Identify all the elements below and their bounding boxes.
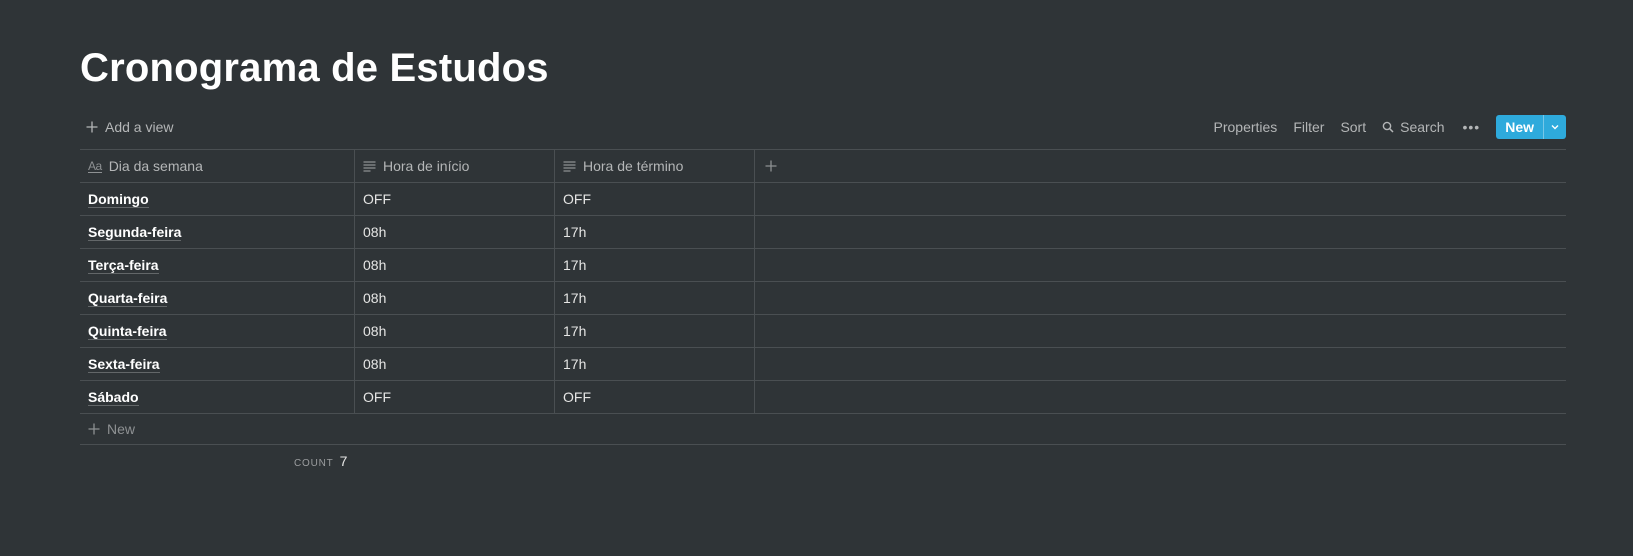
new-button[interactable]: New	[1496, 115, 1543, 139]
start-time-value: OFF	[363, 191, 391, 207]
search-label: Search	[1400, 119, 1445, 135]
start-time-cell[interactable]: OFF	[355, 381, 555, 413]
column-label: Dia da semana	[108, 158, 203, 174]
sort-button[interactable]: Sort	[1332, 114, 1374, 140]
empty-cell	[755, 183, 1566, 215]
text-lines-icon	[563, 161, 576, 172]
start-time-value: OFF	[363, 389, 391, 405]
add-new-row-button[interactable]: New	[80, 414, 1566, 445]
new-button-group: New	[1496, 115, 1566, 139]
empty-cell	[755, 282, 1566, 314]
empty-cell	[755, 348, 1566, 380]
day-cell[interactable]: Segunda-feira	[80, 216, 355, 248]
end-time-cell[interactable]: 17h	[555, 249, 755, 281]
count-value: 7	[339, 453, 348, 469]
page-title: Cronograma de Estudos	[80, 46, 549, 90]
add-view-label: Add a view	[105, 119, 174, 135]
more-options-button[interactable]: •••	[1452, 114, 1490, 140]
empty-cell	[755, 249, 1566, 281]
table-row: Sexta-feira 08h 17h	[80, 348, 1566, 381]
sort-label: Sort	[1340, 119, 1367, 135]
add-view-button[interactable]: Add a view	[80, 114, 179, 140]
start-time-value: 08h	[363, 356, 387, 372]
empty-cell	[755, 315, 1566, 347]
new-dropdown-button[interactable]	[1543, 115, 1566, 139]
start-time-cell[interactable]: 08h	[355, 282, 555, 314]
start-time-cell[interactable]: 08h	[355, 216, 555, 248]
end-time-value: OFF	[563, 191, 591, 207]
day-name[interactable]: Quinta-feira	[88, 323, 167, 340]
start-time-value: 08h	[363, 257, 387, 273]
end-time-value: OFF	[563, 389, 591, 405]
end-time-cell[interactable]: 17h	[555, 282, 755, 314]
table-row: Domingo OFF OFF	[80, 183, 1566, 216]
column-header-hora-de-inicio[interactable]: Hora de início	[355, 150, 555, 182]
table-header: Aa Dia da semana Hora de início Hora de …	[80, 150, 1566, 183]
more-icon: •••	[1462, 119, 1481, 135]
start-time-value: 08h	[363, 290, 387, 306]
end-time-value: 17h	[563, 257, 587, 273]
day-cell[interactable]: Terça-feira	[80, 249, 355, 281]
day-name[interactable]: Quarta-feira	[88, 290, 168, 307]
page: Cronograma de Estudos Add a view Propert…	[0, 0, 1633, 556]
new-row-label: New	[107, 421, 136, 437]
column-header-hora-de-termino[interactable]: Hora de término	[555, 150, 755, 182]
day-cell[interactable]: Quarta-feira	[80, 282, 355, 314]
properties-button[interactable]: Properties	[1206, 114, 1286, 140]
end-time-cell[interactable]: 17h	[555, 216, 755, 248]
day-name[interactable]: Terça-feira	[88, 257, 159, 274]
end-time-value: 17h	[563, 356, 587, 372]
database-table: Aa Dia da semana Hora de início Hora de …	[80, 149, 1566, 445]
add-property-plus-icon[interactable]	[765, 160, 777, 172]
end-time-value: 17h	[563, 224, 587, 240]
toolbar-actions: Properties Filter Sort Search ••• New	[1206, 114, 1566, 140]
end-time-cell[interactable]: OFF	[555, 381, 755, 413]
column-label: Hora de início	[383, 158, 470, 174]
end-time-cell[interactable]: 17h	[555, 348, 755, 380]
text-lines-icon	[363, 161, 376, 172]
end-time-cell[interactable]: 17h	[555, 315, 755, 347]
table-row: Terça-feira 08h 17h	[80, 249, 1566, 282]
day-cell[interactable]: Sábado	[80, 381, 355, 413]
end-time-cell[interactable]: OFF	[555, 183, 755, 215]
database-toolbar: Add a view Properties Filter Sort Search…	[80, 114, 1566, 140]
start-time-cell[interactable]: 08h	[355, 315, 555, 347]
start-time-cell[interactable]: 08h	[355, 348, 555, 380]
filter-label: Filter	[1293, 119, 1325, 135]
day-name[interactable]: Segunda-feira	[88, 224, 182, 241]
plus-icon	[88, 423, 100, 435]
end-time-value: 17h	[563, 323, 587, 339]
start-time-value: 08h	[363, 323, 387, 339]
empty-cell	[755, 381, 1566, 413]
column-label: Hora de término	[583, 158, 684, 174]
text-title-icon: Aa	[88, 158, 102, 173]
search-icon	[1382, 121, 1394, 133]
day-name[interactable]: Sábado	[88, 389, 139, 406]
chevron-down-icon	[1551, 125, 1559, 130]
properties-label: Properties	[1213, 119, 1278, 135]
search-button[interactable]: Search	[1374, 114, 1452, 140]
new-button-label: New	[1505, 119, 1534, 135]
table-row: Quinta-feira 08h 17h	[80, 315, 1566, 348]
start-time-value: 08h	[363, 224, 387, 240]
day-cell[interactable]: Domingo	[80, 183, 355, 215]
add-property-cell	[755, 150, 1566, 182]
column-header-dia-da-semana[interactable]: Aa Dia da semana	[80, 150, 355, 182]
count-label: COUNT	[294, 458, 334, 469]
day-cell[interactable]: Quinta-feira	[80, 315, 355, 347]
day-name[interactable]: Sexta-feira	[88, 356, 160, 373]
start-time-cell[interactable]: OFF	[355, 183, 555, 215]
empty-cell	[755, 216, 1566, 248]
day-cell[interactable]: Sexta-feira	[80, 348, 355, 380]
count-summary[interactable]: COUNT 7	[294, 453, 347, 469]
start-time-cell[interactable]: 08h	[355, 249, 555, 281]
filter-button[interactable]: Filter	[1285, 114, 1332, 140]
table-row: Quarta-feira 08h 17h	[80, 282, 1566, 315]
day-name[interactable]: Domingo	[88, 191, 149, 208]
table-row: Segunda-feira 08h 17h	[80, 216, 1566, 249]
table-row: Sábado OFF OFF	[80, 381, 1566, 414]
end-time-value: 17h	[563, 290, 587, 306]
plus-icon	[86, 121, 98, 133]
